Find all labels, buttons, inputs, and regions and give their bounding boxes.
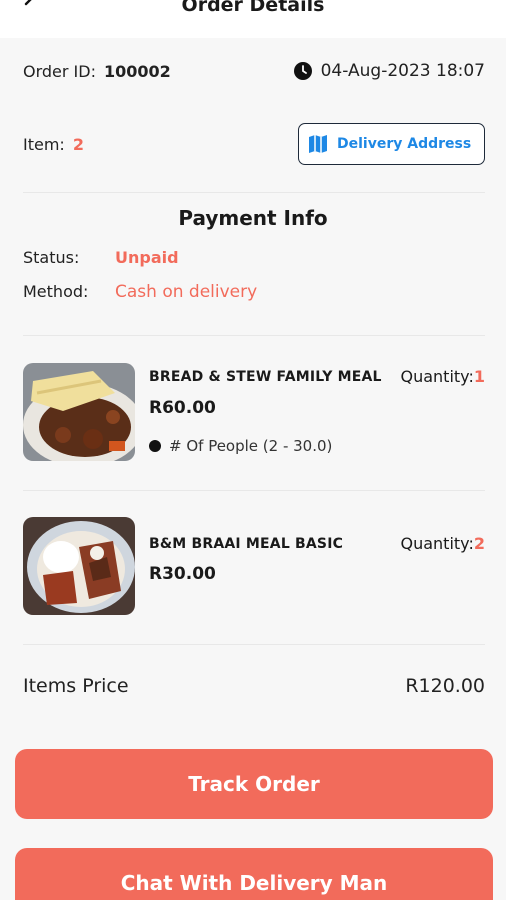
order-id-row: Order ID: 100002 04-Aug-2023 18:07 xyxy=(23,58,485,84)
quantity-label: Quantity: xyxy=(400,534,474,553)
payment-status-row: Status: Unpaid xyxy=(23,248,179,267)
status-label: Status: xyxy=(23,248,80,267)
clock-icon xyxy=(293,62,312,80)
order-datetime: 04-Aug-2023 18:07 xyxy=(320,61,485,81)
item-name: B&M BRAAI MEAL BASIC xyxy=(149,536,344,552)
item-count-row: Item: 2 Delivery Address xyxy=(23,123,485,165)
bullet-icon xyxy=(149,440,161,452)
item-variation: # Of People (2 - 30.0) xyxy=(149,437,332,455)
order-id-label: Order ID: xyxy=(23,61,96,81)
payment-info-title: Payment Info xyxy=(178,206,328,230)
chat-delivery-man-button[interactable]: Chat With Delivery Man xyxy=(15,848,493,900)
payment-method-row: Method: Cash on delivery xyxy=(23,282,257,302)
item-price: R60.00 xyxy=(149,398,216,418)
track-order-button[interactable]: Track Order xyxy=(15,749,493,819)
list-item[interactable]: B&M BRAAI MEAL BASIC Quantity:2 R30.00 xyxy=(23,517,485,617)
delivery-address-button[interactable]: Delivery Address xyxy=(298,123,485,165)
map-icon xyxy=(309,135,327,153)
item-name: BREAD & STEW FAMILY MEAL xyxy=(149,369,382,385)
items-price-label: Items Price xyxy=(23,675,129,697)
item-price: R30.00 xyxy=(149,564,216,584)
page-title: Order Details xyxy=(181,0,325,16)
order-id-value: 100002 xyxy=(103,61,171,81)
item-quantity: Quantity:2 xyxy=(400,534,485,553)
status-value: Unpaid xyxy=(115,248,179,267)
quantity-value: 1 xyxy=(473,367,485,386)
method-value: Cash on delivery xyxy=(115,282,258,302)
food-image xyxy=(23,517,135,615)
delivery-address-label: Delivery Address xyxy=(337,136,472,152)
food-image xyxy=(23,363,135,461)
divider xyxy=(23,335,485,336)
quantity-label: Quantity: xyxy=(400,367,474,386)
item-quantity: Quantity:1 xyxy=(400,367,485,386)
divider xyxy=(23,192,485,193)
items-price-value: R120.00 xyxy=(405,675,485,697)
items-price-row: Items Price R120.00 xyxy=(23,674,485,698)
quantity-value: 2 xyxy=(473,534,485,553)
item-count: 2 xyxy=(72,134,84,154)
variation-text: # Of People (2 - 30.0) xyxy=(169,437,333,455)
method-label: Method: xyxy=(23,282,89,301)
list-item[interactable]: BREAD & STEW FAMILY MEAL Quantity:1 R60.… xyxy=(23,363,485,463)
app-bar: Order Details xyxy=(0,0,506,38)
item-label: Item: xyxy=(23,134,65,154)
divider xyxy=(23,490,485,491)
divider xyxy=(23,644,485,645)
